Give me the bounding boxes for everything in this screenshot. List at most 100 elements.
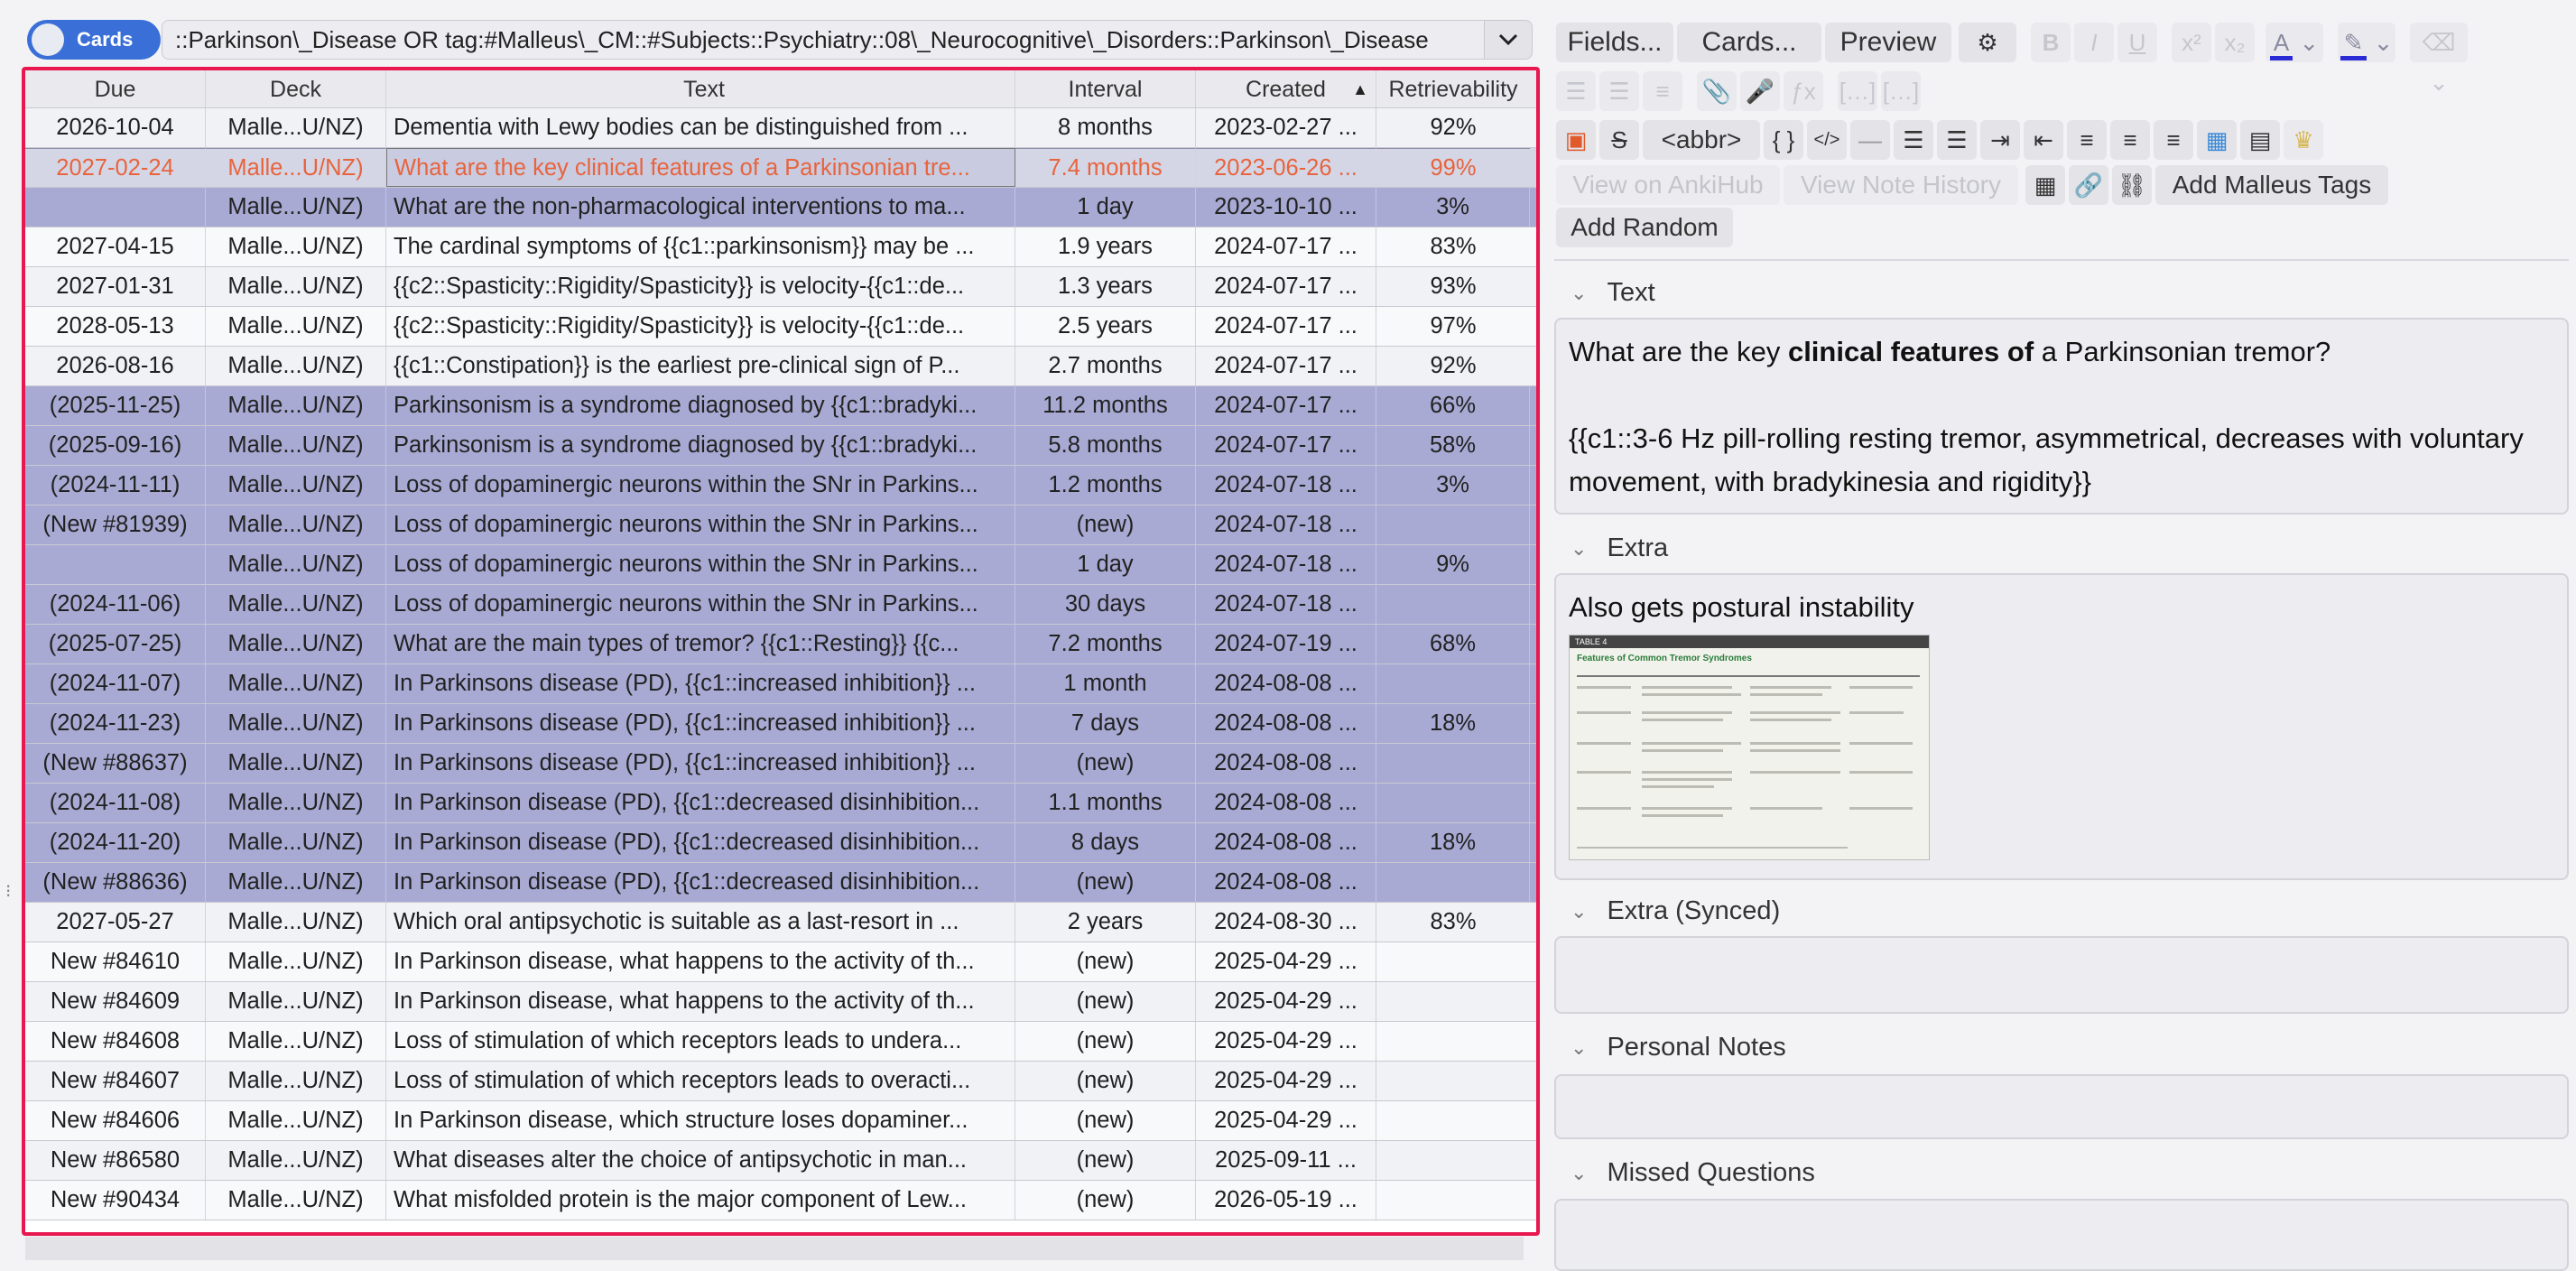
insert-image-icon[interactable]: ▦ — [2197, 120, 2237, 160]
unlink-icon[interactable]: ⛓ — [2112, 165, 2152, 205]
attach-icon[interactable]: 📎 — [1697, 71, 1737, 111]
text-field-editor[interactable]: What are the key clinical features of a … — [1554, 318, 2569, 515]
cell-interval: 1.2 months — [1015, 466, 1196, 505]
ordered-list-icon[interactable]: ☰ — [1599, 71, 1639, 111]
tremor-table-image[interactable]: TABLE 4 Features of Common Tremor Syndro… — [1569, 635, 1930, 860]
column-header-interval[interactable]: Interval — [1015, 70, 1196, 107]
table-row[interactable]: (New #81939) Malle...U/NZ) Loss of dopamin… — [25, 506, 1536, 545]
editor-divider — [1554, 259, 2569, 261]
horizontal-scrollbar[interactable] — [25, 1237, 1524, 1260]
field-label-extra-synced[interactable]: ⌄ Extra (Synced) — [1571, 896, 1780, 926]
eraser-icon[interactable]: ⌫ ⌄ — [2410, 23, 2468, 96]
column-header-created[interactable]: Created ▲ — [1196, 70, 1376, 107]
table-row[interactable]: New #84609 Malle...U/NZ) In Parkinson dise… — [25, 982, 1536, 1022]
card-table: Due Deck Text Interval Created ▲ Retrieva… — [22, 67, 1540, 1236]
table-row[interactable]: New #84610 Malle...U/NZ) In Parkinson dise… — [25, 942, 1536, 982]
cards-button[interactable]: Cards... — [1677, 23, 1821, 62]
table-row[interactable]: (2024-11-08) Malle...U/NZ) In Parkinson di… — [25, 784, 1536, 823]
extra-field-editor[interactable]: Also gets postural instability TABLE 4 F… — [1554, 573, 2569, 880]
field-label-missed-questions[interactable]: ⌄ Missed Questions — [1571, 1158, 1815, 1188]
align-right-icon[interactable]: ≡ — [2154, 120, 2193, 160]
missed-questions-field-editor[interactable] — [1554, 1199, 2569, 1271]
italic-icon[interactable]: I — [2074, 23, 2114, 62]
outdent-icon[interactable]: ⇤ — [2024, 120, 2063, 160]
strikethrough-icon[interactable]: S — [1599, 120, 1639, 160]
justify-icon[interactable]: ▤ — [2240, 120, 2280, 160]
extra-synced-field-editor[interactable] — [1554, 936, 2569, 1014]
align-left-icon[interactable]: ≡ — [2110, 120, 2150, 160]
field-label-personal-notes[interactable]: ⌄ Personal Notes — [1571, 1033, 1786, 1062]
function-icon[interactable]: ƒx — [1784, 71, 1823, 111]
table-row[interactable]: New #90434 Malle...U/NZ) What misfolded pr… — [25, 1181, 1536, 1220]
superscript-icon[interactable]: x² — [2172, 23, 2211, 62]
table-row[interactable]: 2027-04-15 Malle...U/NZ) The cardinal symp… — [25, 227, 1536, 267]
table-row[interactable]: New #84608 Malle...U/NZ) Loss of stimulati… — [25, 1022, 1536, 1062]
gear-icon[interactable]: ⚙ — [1959, 23, 2016, 62]
cloze-icon[interactable]: […] — [1838, 71, 1877, 111]
microphone-icon[interactable]: 🎤 — [1740, 71, 1780, 111]
table-row[interactable]: (New #88637) Malle...U/NZ) In Parkinsons d… — [25, 744, 1536, 784]
abbr-button[interactable]: <abbr> — [1643, 120, 1760, 160]
fields-button[interactable]: Fields... — [1556, 23, 1673, 62]
table-row[interactable]: Malle...U/NZ) What are the non-pharmacolo… — [25, 188, 1536, 227]
cell-due: 2027-02-24 — [25, 148, 206, 187]
cloze-same-icon[interactable]: […] — [1881, 71, 1921, 111]
table-row[interactable]: (New #88636) Malle...U/NZ) In Parkinson di… — [25, 863, 1536, 903]
column-header-text[interactable]: Text — [386, 70, 1015, 107]
preview-button[interactable]: Preview — [1825, 23, 1951, 62]
add-random-button[interactable]: Add Random — [1556, 208, 1733, 247]
cell-created: 2024-07-17 ... — [1196, 386, 1376, 425]
cell-deck: Malle...U/NZ) — [206, 227, 386, 266]
table-row[interactable]: 2026-10-04 Malle...U/NZ) Dementia with Lew… — [25, 108, 1536, 148]
numbered-list-icon[interactable]: ☰ — [1937, 120, 1977, 160]
cards-notes-toggle[interactable]: Cards — [27, 20, 161, 60]
table-row[interactable]: 2028-05-13 Malle...U/NZ) {{c2::Spasticity:… — [25, 307, 1536, 347]
braces-icon[interactable]: { } — [1764, 120, 1803, 160]
table-row[interactable]: (2024-11-20) Malle...U/NZ) In Parkinson di… — [25, 823, 1536, 863]
text-color-icon[interactable]: A ⌄ — [2266, 23, 2323, 62]
table-row[interactable]: New #86580 Malle...U/NZ) What diseases alt… — [25, 1141, 1536, 1181]
search-history-dropdown[interactable] — [1484, 20, 1533, 60]
table-row[interactable]: (2024-11-23) Malle...U/NZ) In Parkinsons d… — [25, 704, 1536, 744]
cell-retrievability: 97% — [1430, 313, 1477, 339]
view-note-history-button[interactable]: View Note History — [1784, 165, 2018, 205]
crown-icon[interactable]: ♛ — [2284, 120, 2323, 160]
column-header-deck[interactable]: Deck — [206, 70, 386, 107]
table-row[interactable]: (2024-11-07) Malle...U/NZ) In Parkinsons d… — [25, 664, 1536, 704]
align-center-icon[interactable]: ≡ — [2067, 120, 2107, 160]
field-label-extra[interactable]: ⌄ Extra — [1571, 533, 1668, 563]
highlight-color-icon[interactable]: ✎ ⌄ — [2338, 23, 2395, 62]
code-icon[interactable]: </> — [1807, 120, 1847, 160]
unordered-list-icon[interactable]: ☰ — [1556, 71, 1596, 111]
table-row[interactable]: (2024-11-11) Malle...U/NZ) Loss of dopamin… — [25, 466, 1536, 506]
table-icon[interactable]: ▦ — [2025, 165, 2065, 205]
search-input[interactable]: ::Parkinson\_Disease OR tag:#Malleus\_CM… — [162, 20, 1506, 60]
table-row[interactable]: 2027-02-24 Malle...U/NZ) What are the key … — [25, 148, 1536, 188]
personal-notes-field-editor[interactable] — [1554, 1074, 2569, 1139]
subscript-icon[interactable]: x₂ — [2215, 23, 2255, 62]
table-row[interactable]: New #84606 Malle...U/NZ) In Parkinson dise… — [25, 1101, 1536, 1141]
horizontal-rule-icon[interactable]: — — [1850, 120, 1890, 160]
table-row[interactable]: New #84607 Malle...U/NZ) Loss of stimulati… — [25, 1062, 1536, 1101]
underline-icon[interactable]: U — [2117, 23, 2157, 62]
view-on-ankihub-button[interactable]: View on AnkiHub — [1556, 165, 1780, 205]
column-header-retrievability[interactable]: Retrievability — [1376, 70, 1530, 107]
link-icon[interactable]: 🔗 — [2069, 165, 2108, 205]
bullet-list-icon[interactable]: ☰ — [1894, 120, 1933, 160]
table-row[interactable]: (2025-07-25) Malle...U/NZ) What are the ma… — [25, 625, 1536, 664]
column-header-due[interactable]: Due — [25, 70, 206, 107]
field-label-text[interactable]: ⌄ Text — [1571, 278, 1655, 308]
table-row[interactable]: (2024-11-06) Malle...U/NZ) Loss of dopamin… — [25, 585, 1536, 625]
table-row[interactable]: 2027-05-27 Malle...U/NZ) Which oral antips… — [25, 903, 1536, 942]
table-row[interactable]: (2025-09-16) Malle...U/NZ) Parkinsonism is… — [25, 426, 1536, 466]
image-occlusion-icon[interactable]: ▣ — [1556, 120, 1596, 160]
table-row[interactable]: (2025-11-25) Malle...U/NZ) Parkinsonism is… — [25, 386, 1536, 426]
splitter-handle-icon[interactable]: ⁝ — [5, 880, 14, 907]
table-row[interactable]: Malle...U/NZ) Loss of dopaminergic neuron… — [25, 545, 1536, 585]
table-row[interactable]: 2026-08-16 Malle...U/NZ) {{c1::Constipatio… — [25, 347, 1536, 386]
indent-icon[interactable]: ⇥ — [1980, 120, 2020, 160]
align-icon[interactable]: ≡ — [1643, 71, 1682, 111]
bold-icon[interactable]: B — [2031, 23, 2071, 62]
add-malleus-tags-button[interactable]: Add Malleus Tags — [2155, 165, 2388, 205]
table-row[interactable]: 2027-01-31 Malle...U/NZ) {{c2::Spasticity:… — [25, 267, 1536, 307]
